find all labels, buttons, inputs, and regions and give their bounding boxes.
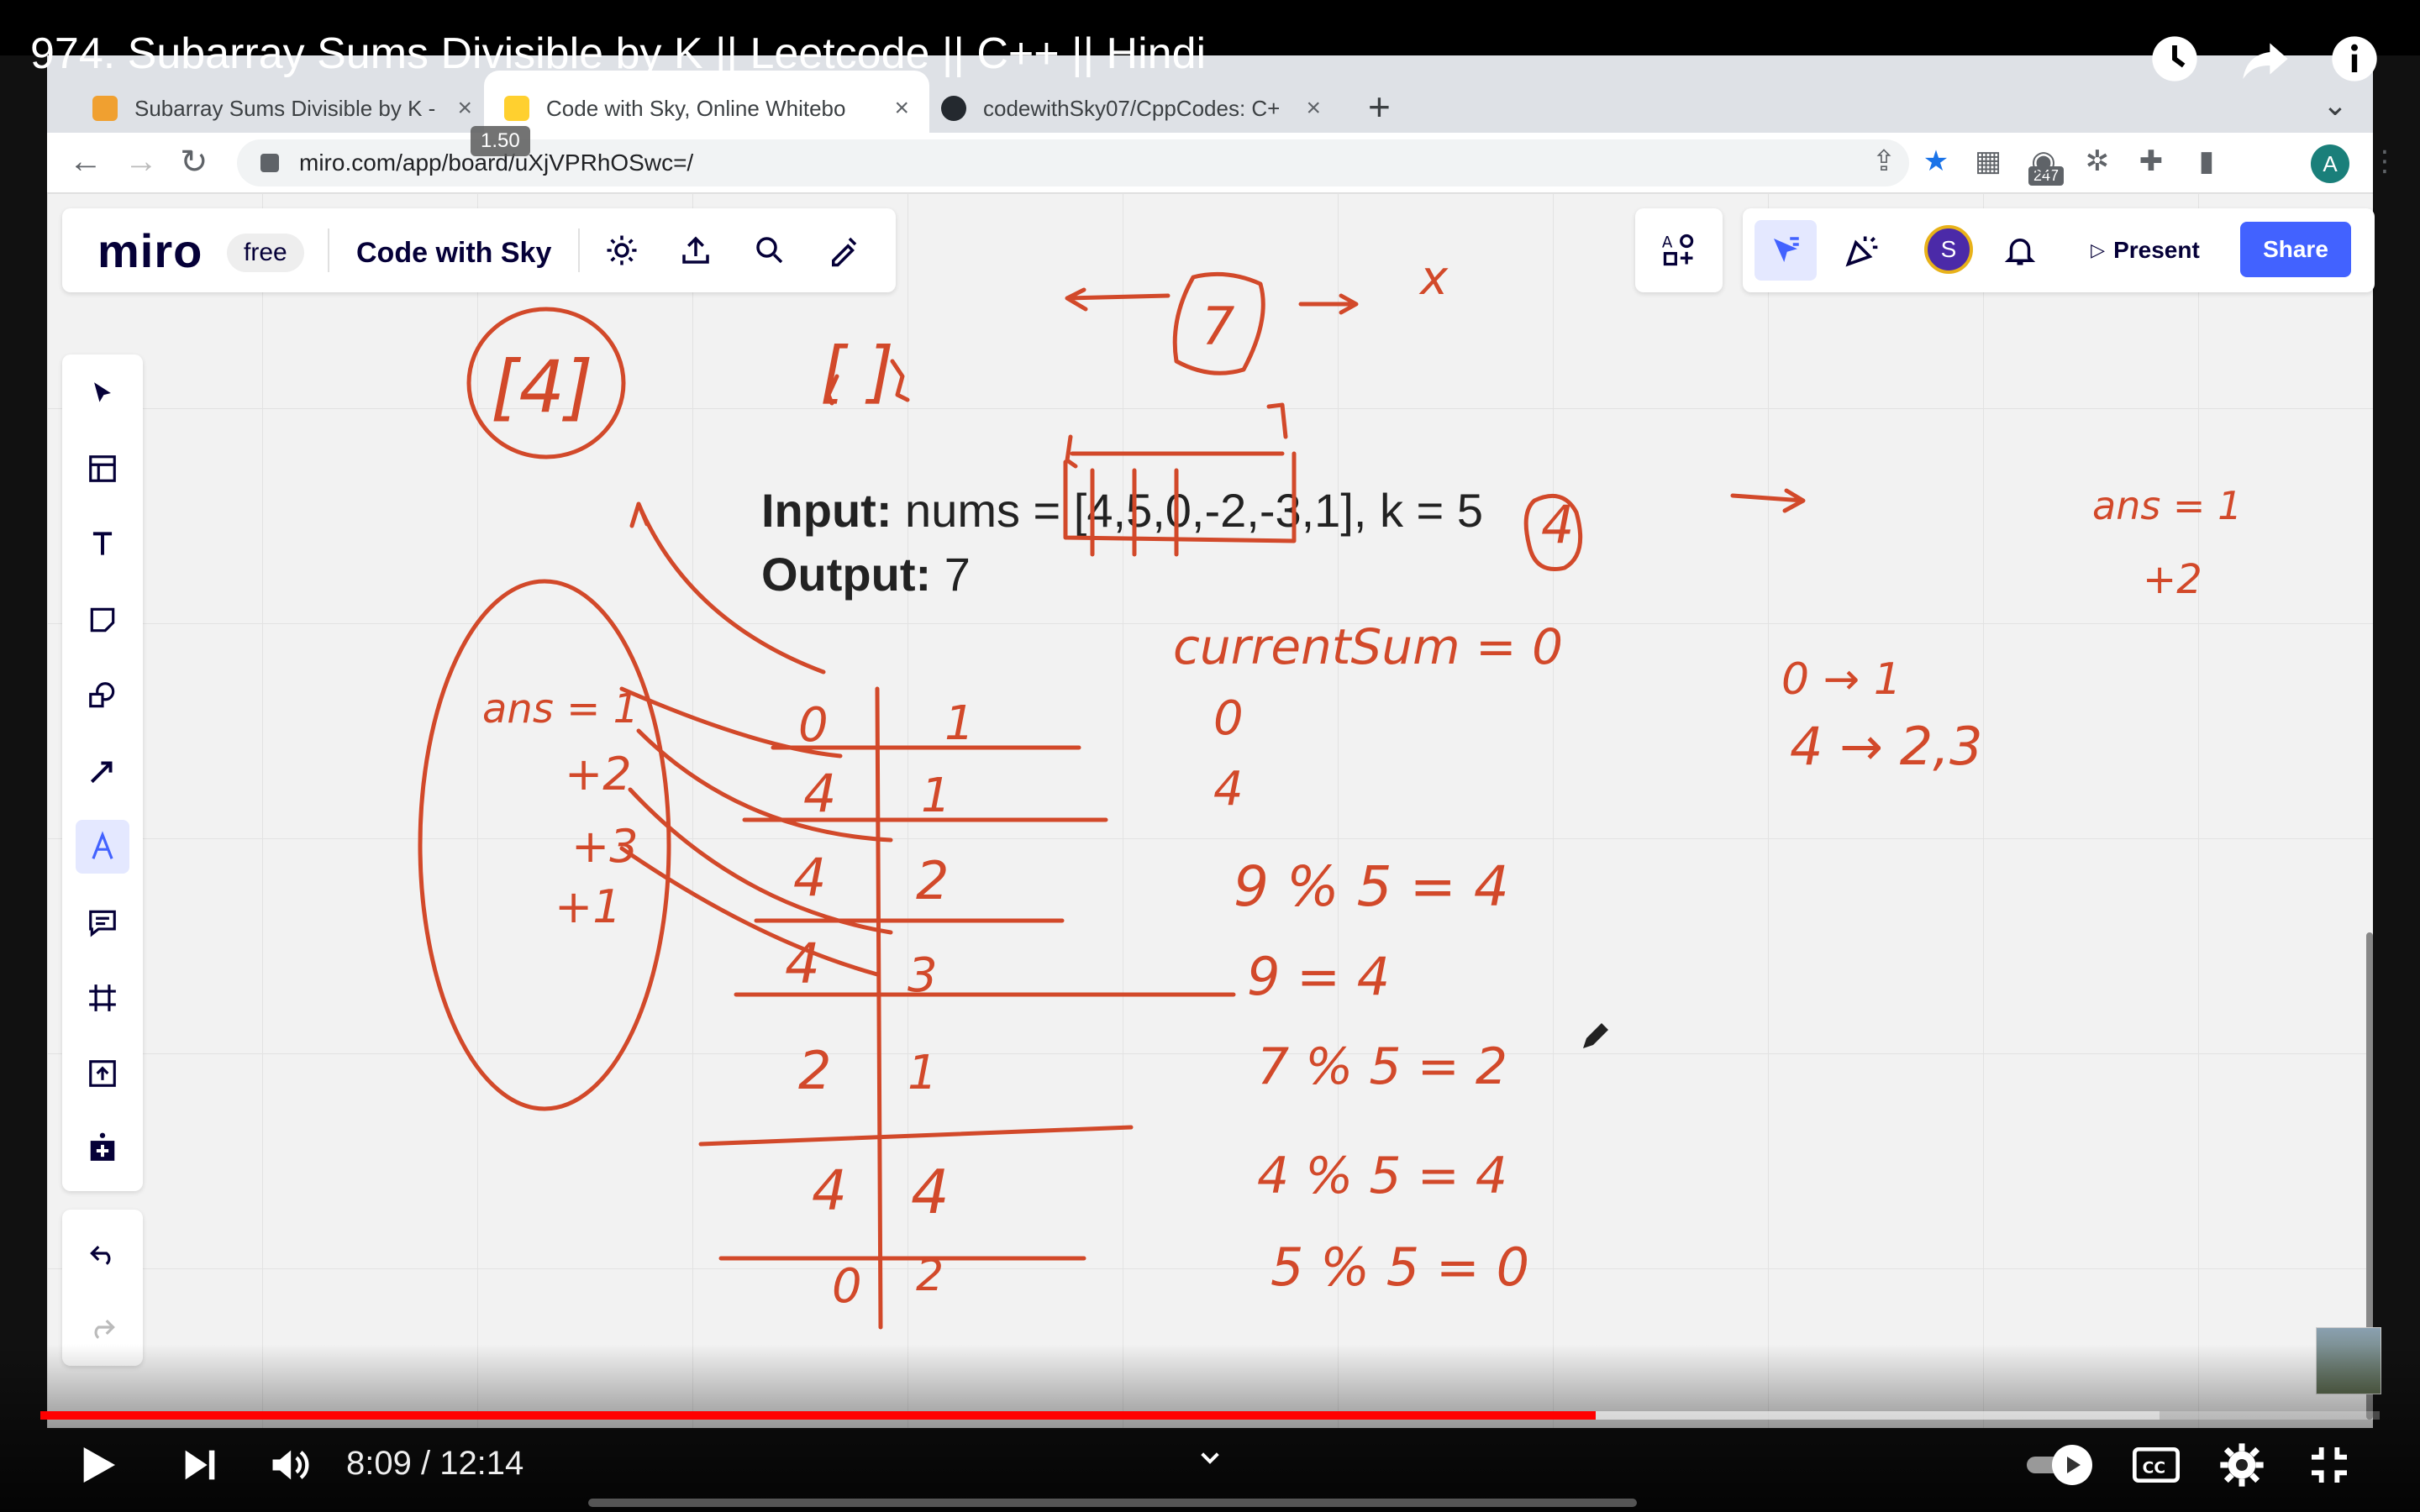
browser-menu-icon[interactable]: ⋮ — [2368, 144, 2402, 178]
tab-close-icon[interactable]: × — [1306, 94, 1321, 123]
sticky-note-icon[interactable] — [76, 593, 129, 647]
share-arrow-icon[interactable] — [2235, 29, 2296, 89]
subtitles-cc-icon[interactable]: CC — [2129, 1438, 2183, 1492]
shapes-icon[interactable] — [76, 669, 129, 722]
settings-gear-icon[interactable] — [2215, 1438, 2269, 1492]
next-video-icon[interactable] — [173, 1438, 227, 1492]
text-tool-icon[interactable] — [76, 517, 129, 571]
pen-tool-icon[interactable] — [76, 820, 129, 874]
page-horizontal-scrollbar[interactable] — [588, 1499, 1637, 1507]
problem-statement: Input: nums = [4,5,0,-2,-3,1], k = 5 Out… — [761, 479, 1483, 606]
frame-icon[interactable] — [76, 971, 129, 1025]
tab-label: Subarray Sums Divisible by K - — [134, 95, 436, 121]
collaborator-avatar[interactable]: S — [1924, 225, 1973, 274]
templates-icon[interactable] — [76, 442, 129, 496]
tab-search-chevron-icon[interactable]: ⌄ — [2323, 87, 2348, 123]
exit-fullscreen-icon[interactable] — [2302, 1438, 2356, 1492]
magic-pen-icon[interactable] — [823, 230, 864, 270]
reload-icon[interactable]: ↻ — [180, 143, 208, 181]
miro-top-left-toolbar: miro free Code with Sky — [62, 208, 896, 292]
volume-icon[interactable] — [262, 1438, 316, 1492]
video-title[interactable]: 974. Subarray Sums Divisible by K || Lee… — [30, 29, 1206, 79]
extension-icon[interactable]: ◉ — [2027, 144, 2060, 178]
tab-label: codewithSky07/CppCodes: C+ — [983, 95, 1281, 121]
apps-grid-icon[interactable]: A — [1659, 230, 1699, 270]
chapter-chevron-down-icon[interactable] — [1193, 1441, 1227, 1475]
extension-bug-icon[interactable]: ✲ — [2081, 144, 2114, 178]
leetcode-favicon-icon — [92, 96, 118, 121]
miro-favicon-icon — [504, 96, 529, 121]
bookmark-star-icon[interactable]: ★ — [1919, 144, 1953, 178]
watch-later-clock-icon[interactable] — [2144, 29, 2205, 89]
output-line: Output: 7 — [761, 543, 1483, 606]
undo-redo-panel — [62, 1210, 143, 1366]
play-icon[interactable] — [71, 1438, 124, 1492]
browser-profile-avatar[interactable]: A — [2311, 144, 2349, 183]
board-name[interactable]: Code with Sky — [356, 237, 551, 270]
new-tab-plus-icon[interactable]: + — [1368, 84, 1391, 129]
info-icon[interactable] — [2324, 29, 2385, 89]
tab-close-icon[interactable]: × — [457, 94, 472, 123]
select-arrow-icon[interactable] — [76, 366, 129, 420]
miro-top-right-toolbar: S ▷ Present Share — [1743, 208, 2375, 292]
miro-logo[interactable]: miro — [97, 223, 203, 278]
side-panel-icon[interactable]: ▮ — [2190, 144, 2223, 178]
progress-bar-played — [40, 1411, 1597, 1420]
present-button[interactable]: ▷ Present — [2070, 223, 2220, 277]
input-label: Input: — [761, 484, 892, 537]
github-favicon-icon — [941, 96, 966, 121]
cursor-select-icon[interactable] — [1754, 220, 1817, 281]
lock-icon — [260, 154, 279, 172]
browser-toolbar: ← → ↻ miro.com/app/board/uXjVPRhOSwc=/ ⇪… — [47, 133, 2399, 193]
extensions-puzzle-icon[interactable]: ✚ — [2134, 144, 2168, 178]
share-button[interactable]: Share — [2240, 222, 2351, 277]
screen: Subarray Sums Divisible by K - × Code wi… — [0, 0, 2420, 1512]
time-display: 8:09 / 12:14 — [346, 1445, 524, 1482]
search-icon[interactable] — [750, 230, 790, 270]
share-page-icon[interactable]: ⇪ — [1867, 144, 1901, 178]
tab-label: Code with Sky, Online Whitebo — [546, 95, 846, 121]
settings-gear-icon[interactable] — [602, 230, 642, 270]
plan-badge[interactable]: free — [227, 234, 304, 272]
play-triangle-icon: ▷ — [2091, 239, 2106, 260]
comment-icon[interactable] — [76, 895, 129, 949]
svg-text:CC: CC — [2143, 1459, 2165, 1477]
notifications-bell-icon[interactable] — [2000, 230, 2040, 270]
upload-icon[interactable] — [76, 1047, 129, 1100]
present-label: Present — [2113, 237, 2200, 263]
calendar-extension-icon[interactable]: ▦ — [1971, 144, 2005, 178]
divider — [328, 228, 329, 272]
divider — [578, 228, 580, 272]
more-apps-icon[interactable] — [76, 1121, 129, 1174]
undo-icon[interactable] — [76, 1226, 129, 1280]
celebrate-icon[interactable] — [1842, 230, 1882, 270]
output-value: 7 — [944, 548, 971, 601]
forward-arrow-icon[interactable]: → — [124, 143, 158, 181]
output-label: Output: — [761, 548, 932, 601]
input-line: Input: nums = [4,5,0,-2,-3,1], k = 5 — [761, 479, 1483, 543]
autoplay-toggle[interactable] — [2025, 1438, 2102, 1492]
connection-line-icon[interactable] — [76, 744, 129, 798]
tab-close-icon[interactable]: × — [894, 94, 909, 123]
miro-left-toolbar — [62, 354, 143, 1191]
svg-text:A: A — [1662, 234, 1673, 251]
back-arrow-icon[interactable]: ← — [69, 143, 103, 181]
input-value: nums = [4,5,0,-2,-3,1], k = 5 — [905, 484, 1483, 537]
upload-export-icon[interactable] — [676, 230, 716, 270]
apps-panel: A — [1635, 208, 1723, 292]
miro-board-canvas[interactable]: miro free Code with Sky A S ▷ Present Sh… — [47, 193, 2375, 1428]
playback-speed-tooltip: 1.50 — [471, 126, 530, 156]
